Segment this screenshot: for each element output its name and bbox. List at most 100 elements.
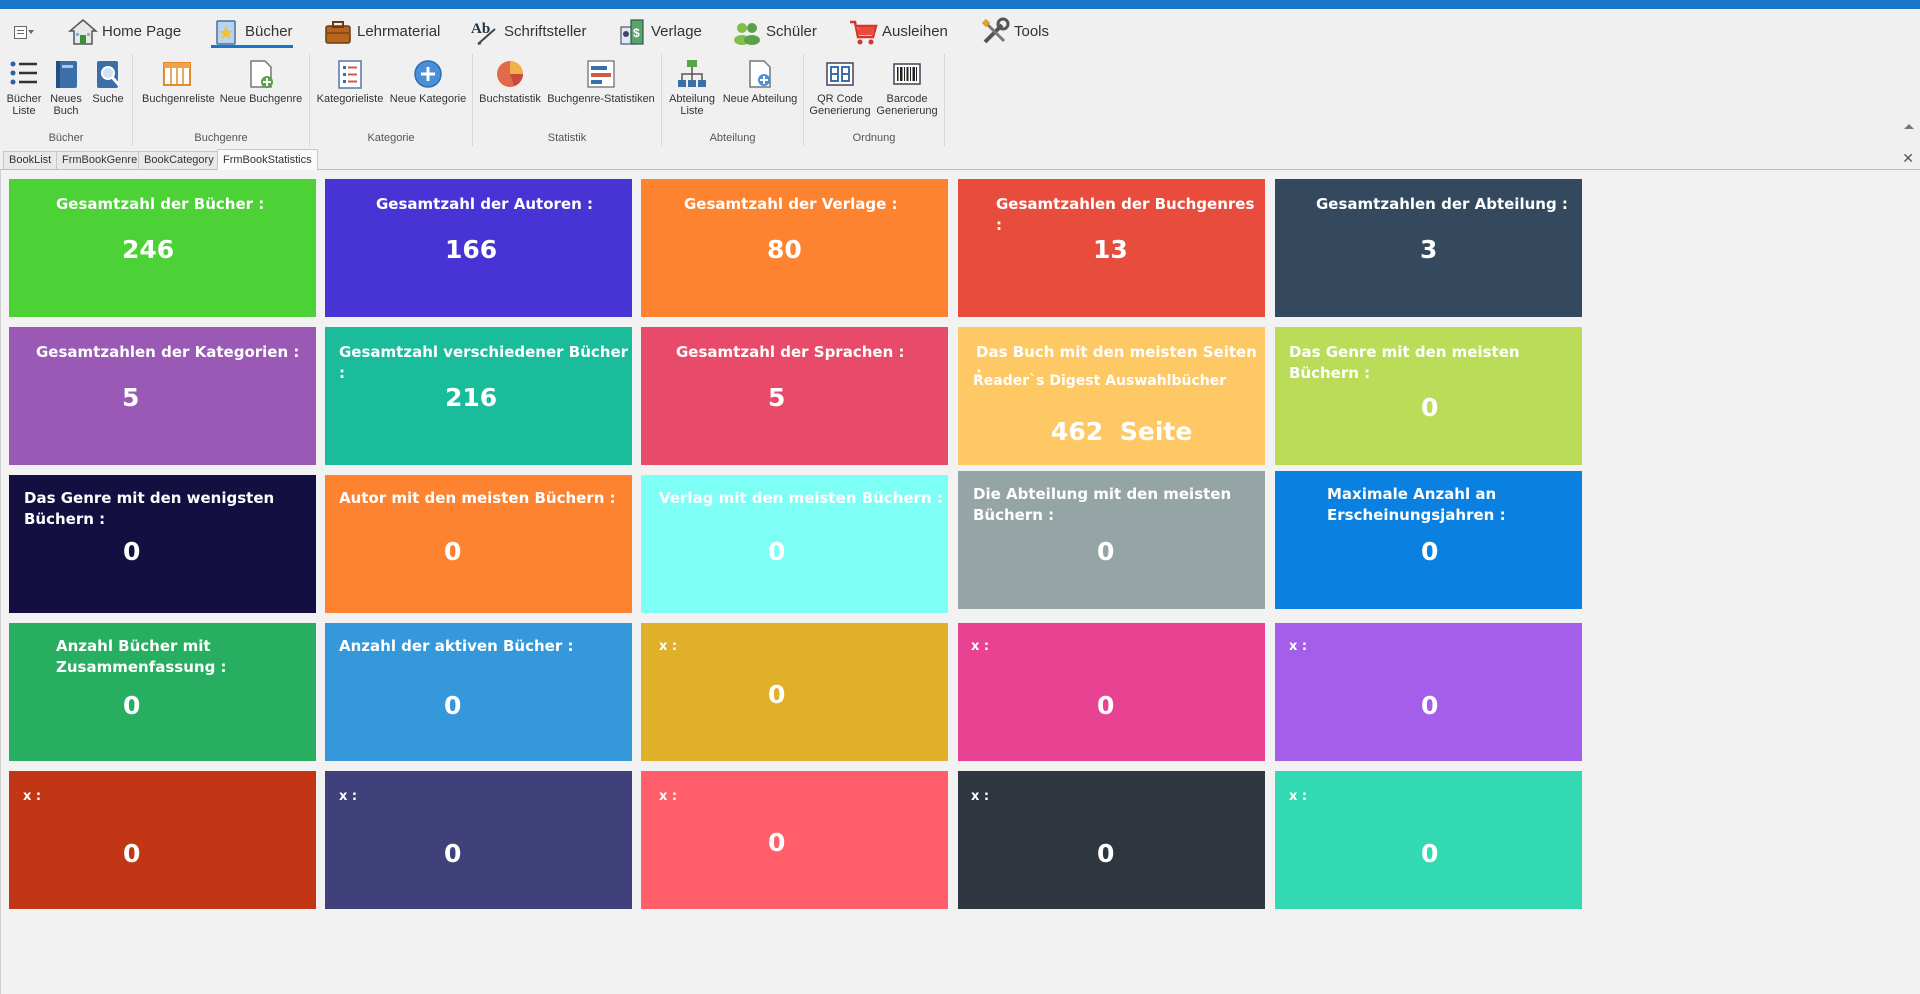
statistics-panel: Gesamtzahl der Bücher : 246 Gesamtzahl d…	[0, 170, 1920, 994]
menu-tab-verlage[interactable]: $ Verlage	[617, 9, 702, 54]
publisher-icon: $	[617, 17, 647, 47]
ribbon-group-kategorie: Kategorieliste Neue Kategorie Kategorie	[310, 54, 473, 146]
stat-tile-value: 0	[123, 691, 141, 720]
doc-tab-frmbookgenre[interactable]: FrmBookGenre	[56, 151, 144, 169]
stat-tile-value: 0	[444, 691, 462, 720]
search-icon	[97, 61, 121, 88]
ribbon-group-label: Statistik	[547, 132, 587, 144]
barcode-generierung-label: Barcode Generierung	[876, 93, 938, 117]
menu-tab-lehrmaterial[interactable]: Lehrmaterial	[323, 9, 440, 54]
app-menu-button[interactable]	[12, 24, 36, 40]
stat-tile-title: x :	[339, 789, 358, 804]
buecher-liste-button[interactable]: Bücher Liste	[3, 58, 45, 117]
stat-tile-value: 5	[768, 383, 786, 412]
chevron-down-icon	[28, 30, 34, 34]
doc-tab-frmbookstatistics[interactable]: FrmBookStatistics	[217, 149, 318, 170]
ribbon-group-abteilung: Abteilung Liste Neue Abteilung Abteilung	[662, 54, 804, 146]
stat-tile-value: 462 Seite	[1051, 417, 1192, 447]
buchgenreliste-button[interactable]: Buchgenreliste	[142, 58, 215, 105]
stat-tile-title: Autor mit den meisten Büchern :	[339, 489, 616, 507]
stat-tile-title: x :	[971, 639, 990, 654]
stat-tile-value: 0	[1421, 839, 1439, 868]
buchstatistik-button[interactable]: Buchstatistik	[479, 58, 541, 105]
menu-tab-buecher[interactable]: Bücher	[211, 9, 293, 54]
menu-tab-home-page[interactable]: Home Page	[68, 9, 181, 54]
ribbon: Bücher Liste Neues Buch Suche Bücher Buc…	[0, 54, 1920, 146]
stat-tile-value: 216	[445, 383, 498, 412]
stat-tile-value: 166	[445, 235, 498, 264]
stat-tile-title: Das Genre mit den meisten Büchern :	[1289, 343, 1520, 382]
stat-tile-title: Gesamtzahl verschiedener Bücher :	[339, 343, 629, 382]
stat-tile-total-books: Gesamtzahl der Bücher : 246	[9, 179, 316, 317]
neue-kategorie-label: Neue Kategorie	[389, 93, 467, 105]
doc-tab-booklist[interactable]: BookList	[3, 151, 58, 169]
stat-tile-title: x :	[1289, 789, 1308, 804]
stat-tile-most-pages-book: Das Buch mit den meisten Seiten : Reader…	[958, 327, 1265, 465]
stat-tile-department-most-books: Die Abteilung mit den meisten Büchern : …	[958, 471, 1265, 609]
svg-text:$: $	[633, 26, 640, 40]
close-icon[interactable]: ✕	[1902, 149, 1914, 167]
suche-button[interactable]: Suche	[88, 58, 128, 105]
menu-tab-label: Schüler	[766, 23, 817, 40]
neue-buchgenre-label: Neue Buchgenre	[219, 93, 303, 105]
doc-tab-bookcategory[interactable]: BookCategory	[138, 151, 220, 169]
neues-buch-button[interactable]: Neues Buch	[46, 58, 86, 117]
ribbon-group-ordnung: QR Code Generierung Barcode Generierung …	[804, 54, 945, 146]
stat-tile-distinct-books: Gesamtzahl verschiedener Bücher : 216	[325, 327, 632, 465]
ribbon-group-buecher: Bücher Liste Neues Buch Suche Bücher	[0, 54, 133, 146]
ribbon-group-label: Buchgenre	[194, 132, 248, 144]
stat-tile-title: Gesamtzahl der Verlage :	[684, 195, 898, 213]
stat-tile-x-5: x : 0	[325, 771, 632, 909]
pie-chart-icon	[497, 61, 523, 87]
neue-abteilung-button[interactable]: Neue Abteilung	[721, 58, 799, 105]
stat-tile-x-6: x : 0	[641, 771, 948, 909]
collapse-ribbon-icon[interactable]	[1904, 124, 1914, 129]
house-icon	[68, 17, 98, 47]
buecher-liste-label: Bücher Liste	[6, 93, 42, 117]
barcode-generierung-button[interactable]: Barcode Generierung	[876, 58, 938, 117]
stat-tile-title: Das Genre mit den wenigsten Büchern :	[24, 489, 275, 528]
stat-tile-value: 0	[1097, 691, 1115, 720]
qr-code-generierung-button[interactable]: QR Code Generierung	[809, 58, 871, 117]
stat-tile-value: 0	[1097, 839, 1115, 868]
stat-tile-value: 0	[444, 839, 462, 868]
book-icon	[211, 17, 241, 47]
stat-tile-total-languages: Gesamtzahl der Sprachen : 5	[641, 327, 948, 465]
list-icon	[10, 61, 37, 85]
stat-tile-unit: Seite	[1119, 417, 1193, 446]
abteilung-liste-button[interactable]: Abteilung Liste	[667, 58, 717, 117]
menu-tab-schueler[interactable]: Schüler	[732, 9, 817, 54]
stat-tile-value: 0	[1421, 691, 1439, 720]
stat-tile-value: 0	[1421, 537, 1439, 566]
buchgenre-statistiken-button[interactable]: Buchgenre-Statistiken	[547, 58, 655, 105]
stat-tile-active-books: Anzahl der aktiven Bücher : 0	[325, 623, 632, 761]
stat-tile-title: Gesamtzahlen der Buchgenres :	[996, 195, 1255, 234]
stat-tile-total-authors: Gesamtzahl der Autoren : 166	[325, 179, 632, 317]
book-icon	[56, 61, 77, 88]
bar-chart-icon	[587, 60, 615, 88]
ribbon-group-buchgenre: Buchgenreliste Neue Buchgenre Buchgenre	[133, 54, 310, 146]
stat-tile-author-most-books: Autor mit den meisten Büchern : 0	[325, 475, 632, 613]
neue-buchgenre-button[interactable]: Neue Buchgenre	[219, 58, 303, 105]
org-chart-icon	[678, 60, 706, 87]
kategorieliste-button[interactable]: Kategorieliste	[316, 58, 384, 105]
add-circle-icon	[414, 60, 442, 88]
stat-tile-x-2: x : 0	[958, 623, 1265, 761]
document-icon	[14, 26, 27, 39]
menu-tab-tools[interactable]: Tools	[980, 9, 1049, 54]
qr-code-generierung-label: QR Code Generierung	[809, 93, 871, 117]
neue-kategorie-button[interactable]: Neue Kategorie	[389, 58, 467, 105]
stat-tile-total-departments: Gesamtzahlen der Abteilung : 3	[1275, 179, 1582, 317]
ribbon-group-statistik: Buchstatistik Buchgenre-Statistiken Stat…	[473, 54, 662, 146]
ribbon-group-label: Bücher	[48, 132, 84, 144]
stat-tile-total-genres: Gesamtzahlen der Buchgenres : 13	[958, 179, 1265, 317]
neue-abteilung-label: Neue Abteilung	[722, 93, 798, 105]
stat-tile-book-name: Reader`s Digest Auswahlbücher	[973, 373, 1227, 389]
menu-tab-schriftsteller[interactable]: Ab Schriftsteller	[470, 9, 587, 54]
menu-tab-ausleihen[interactable]: Ausleihen	[848, 9, 948, 54]
students-icon	[732, 17, 762, 47]
menu-tab-label: Verlage	[651, 23, 702, 40]
window-title-bar	[0, 0, 1920, 9]
stat-tile-value: 80	[767, 235, 802, 264]
stat-tile-value: 0	[123, 839, 141, 868]
